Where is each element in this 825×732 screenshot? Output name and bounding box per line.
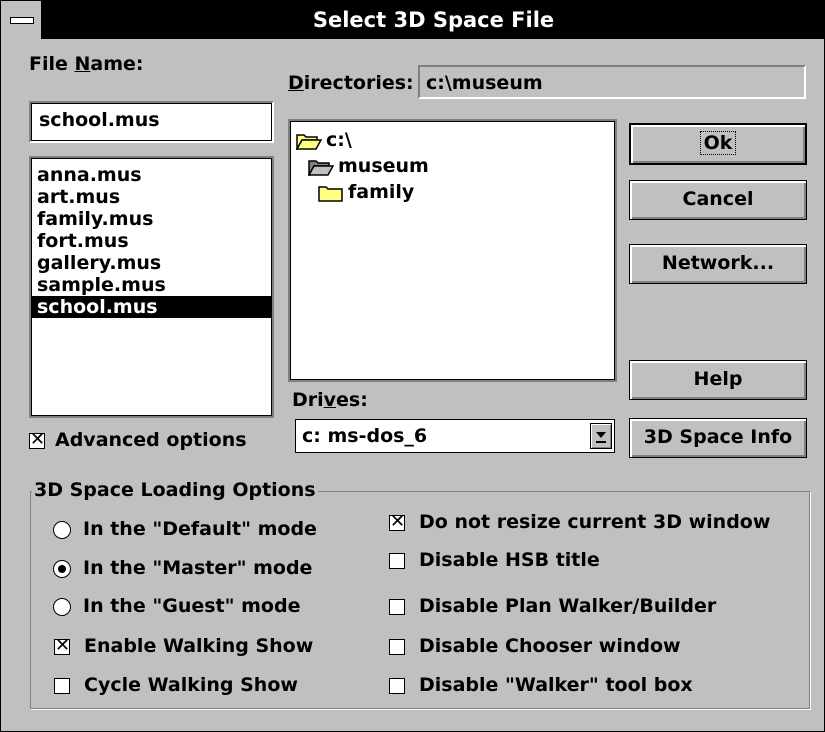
file-list-item[interactable]: family.mus — [31, 208, 272, 230]
file-list-item[interactable]: fort.mus — [31, 230, 272, 252]
file-list[interactable]: anna.mus art.mus family.mus fort.mus gallery… — [29, 156, 274, 418]
system-menu-button[interactable] — [1, 1, 43, 39]
checkbox-box[interactable] — [389, 678, 405, 694]
dialog-window: Select 3D Space File File Name: school.m… — [0, 0, 825, 732]
open-folder-icon — [308, 160, 334, 176]
cancel-button[interactable]: Cancel — [629, 180, 807, 220]
file-list-item[interactable]: sample.mus — [31, 274, 272, 296]
space-info-button[interactable]: 3D Space Info — [629, 418, 807, 458]
chevron-down-icon — [596, 432, 606, 443]
file-list-item[interactable]: anna.mus — [31, 164, 272, 186]
dropdown-arrow-button[interactable] — [590, 423, 612, 449]
drives-dropdown[interactable]: c: ms-dos_6 — [295, 419, 615, 453]
directories-label: Directories: — [288, 72, 414, 94]
file-list-item[interactable]: art.mus — [31, 186, 272, 208]
checkbox-box[interactable] — [389, 639, 405, 655]
title-bar: Select 3D Space File — [1, 1, 824, 39]
checkbox-box[interactable] — [54, 678, 70, 694]
current-directory-display: c:\museum — [418, 65, 806, 99]
open-folder-icon — [296, 134, 322, 150]
closed-folder-icon — [318, 186, 343, 202]
checkbox-box[interactable]: ✕ — [389, 511, 405, 532]
radio-circle[interactable] — [53, 598, 71, 616]
network-button[interactable]: Network... — [629, 244, 807, 284]
directory-tree[interactable]: c:\ museum family — [288, 119, 617, 382]
radio-circle[interactable] — [53, 521, 71, 539]
system-menu-icon — [10, 17, 34, 24]
checkbox-box[interactable]: ✕ — [29, 429, 45, 450]
radio-circle[interactable] — [53, 560, 71, 578]
file-list-item[interactable]: school.mus — [31, 296, 272, 318]
advanced-options-label: Advanced options — [55, 429, 247, 451]
checkbox-box[interactable] — [389, 553, 405, 569]
ok-button[interactable]: Ok — [629, 123, 807, 165]
checkbox-box[interactable] — [389, 599, 405, 615]
loading-options-title: 3D Space Loading Options — [32, 479, 318, 501]
file-name-input[interactable]: school.mus — [29, 101, 274, 143]
drives-label: Drives: — [292, 389, 368, 411]
help-button[interactable]: Help — [629, 360, 807, 400]
file-name-label: File Name: — [29, 53, 144, 75]
file-list-item[interactable]: gallery.mus — [31, 252, 272, 274]
dialog-title: Select 3D Space File — [312, 8, 555, 32]
checkbox-box[interactable]: ✕ — [54, 635, 70, 656]
